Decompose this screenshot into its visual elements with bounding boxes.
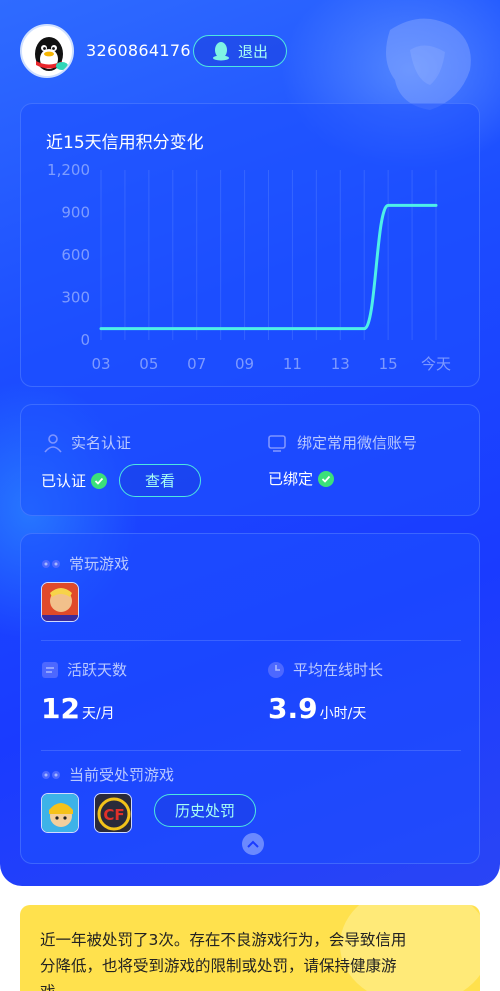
active-days-unit: 天/月	[81, 706, 115, 722]
avg-online-label: 平均在线时长	[293, 661, 384, 679]
x-tick-label: 15	[379, 355, 398, 373]
logout-label: 退出	[237, 42, 268, 61]
clock-icon	[268, 661, 284, 678]
data-point	[290, 327, 294, 331]
logout-button[interactable]: 退出	[193, 35, 287, 67]
y-tick-label: 1,200	[47, 161, 90, 179]
monitor-link-icon	[268, 434, 286, 452]
punished-game-icon-1[interactable]	[41, 793, 79, 833]
person-icon	[44, 433, 62, 453]
game-dots-icon	[42, 559, 60, 568]
stats-card: 常玩游戏 活跃天数 12 天/月 平均在线时长 3.9 小时/天 当前受处罚游戏…	[20, 533, 480, 864]
active-days-label-row: 活跃天数	[41, 659, 127, 680]
punished-game-icon-2[interactable]: CF	[94, 793, 132, 833]
data-point	[171, 327, 175, 331]
realname-status-text: 已认证	[41, 472, 87, 490]
data-point	[123, 327, 127, 331]
data-point	[219, 327, 223, 331]
qq-avatar[interactable]	[20, 24, 74, 78]
fav-games-label-row: 常玩游戏	[41, 553, 129, 574]
data-point	[314, 327, 318, 331]
y-tick-label: 600	[61, 246, 90, 264]
notice-text: 近一年被处罚了3次。存在不良游戏行为，会导致信用 分降低，也将受到游戏的限制或处…	[40, 927, 465, 991]
x-tick-label: 03	[91, 355, 110, 373]
user-id: 3260864176	[86, 41, 191, 60]
punished-label-row: 当前受处罚游戏	[41, 764, 174, 785]
data-point	[410, 203, 414, 207]
y-tick-label: 300	[61, 289, 90, 307]
x-tick-label: 今天	[421, 355, 451, 373]
wechat-status: 已绑定	[268, 468, 335, 489]
history-penalty-button[interactable]: 历史处罚	[154, 794, 256, 827]
punished-label: 当前受处罚游戏	[69, 766, 175, 784]
svg-text:CF: CF	[103, 806, 124, 824]
x-tick-label: 05	[139, 355, 158, 373]
y-tick-label: 900	[61, 204, 90, 222]
verification-card: 实名认证 已认证 查看 绑定常用微信账号 已绑定	[20, 404, 480, 516]
notice-line-1: 近一年被处罚了3次。存在不良游戏行为，会导致信用	[40, 931, 407, 949]
data-point	[338, 327, 342, 331]
wechat-label-row: 绑定常用微信账号	[267, 432, 417, 453]
wechat-status-text: 已绑定	[268, 470, 314, 488]
credit-line-chart: 0 300 600 900 1,200 03 05 07 09 11 13 15 今天	[47, 161, 451, 373]
data-point	[362, 327, 366, 331]
data-point	[434, 203, 438, 207]
notice-line-2: 分降低，也将受到游戏的限制或处罚，请保持健康游	[40, 957, 397, 975]
view-realname-button[interactable]: 查看	[119, 464, 201, 497]
notice-line-3: 戏。	[40, 979, 465, 991]
chevron-up-icon	[247, 840, 259, 848]
fav-game-icon[interactable]	[41, 582, 79, 622]
collapse-button[interactable]	[242, 833, 264, 855]
x-tick-label: 07	[187, 355, 206, 373]
data-point	[195, 327, 199, 331]
active-days-value: 12 天/月	[41, 692, 115, 725]
y-tick-label: 0	[80, 331, 90, 349]
data-point	[386, 203, 390, 207]
avg-online-label-row: 平均在线时长	[267, 659, 383, 680]
realname-label-row: 实名认证	[43, 432, 131, 453]
game-dots-icon	[42, 770, 60, 779]
list-icon	[42, 661, 58, 678]
active-days-number: 12	[41, 692, 80, 725]
qq-icon	[212, 42, 229, 61]
avg-online-unit: 小时/天	[319, 706, 367, 722]
wechat-label: 绑定常用微信账号	[297, 434, 418, 452]
avg-online-number: 3.9	[268, 692, 318, 725]
check-icon	[318, 470, 335, 487]
x-tick-label: 13	[331, 355, 350, 373]
data-point	[267, 327, 271, 331]
data-point	[99, 327, 103, 331]
realname-status: 已认证	[41, 470, 108, 491]
data-point	[243, 327, 247, 331]
fav-games-label: 常玩游戏	[69, 555, 130, 573]
realname-label: 实名认证	[71, 434, 132, 452]
active-days-label: 活跃天数	[67, 661, 128, 679]
x-tick-label: 09	[235, 355, 254, 373]
x-tick-label: 11	[283, 355, 302, 373]
avg-online-value: 3.9 小时/天	[268, 692, 366, 725]
penalty-notice: 近一年被处罚了3次。存在不良游戏行为，会导致信用 分降低，也将受到游戏的限制或处…	[20, 905, 480, 991]
check-icon	[91, 472, 108, 489]
credit-chart-card: 近15天信用积分变化 0 300 600 900 1,200 03 05 07 09 11 13 15…	[20, 103, 480, 387]
data-point	[147, 327, 151, 331]
